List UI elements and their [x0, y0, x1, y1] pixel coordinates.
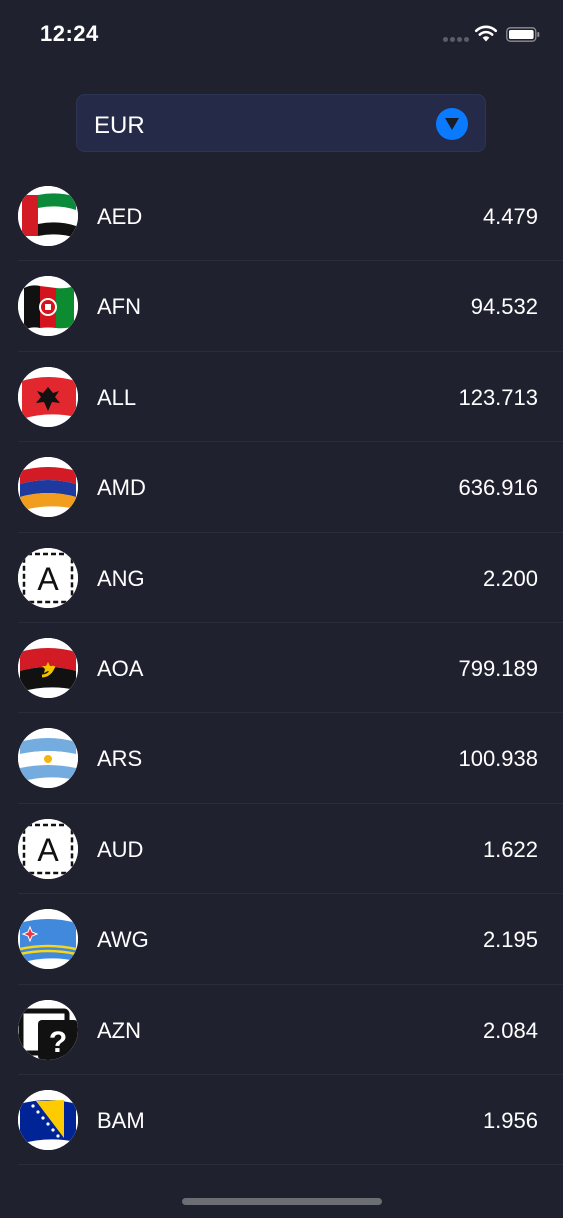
status-time: 12:24: [40, 21, 99, 46]
dropdown-toggle-button[interactable]: [436, 108, 468, 140]
letter-a-placeholder-icon: A: [18, 818, 78, 879]
flag-angola-icon: [18, 637, 78, 698]
letter-a-placeholder-icon: A: [18, 547, 78, 608]
currency-list[interactable]: AED 4.479 AFN 94.532 ALL 123.713 AMD 636…: [0, 171, 563, 1166]
currency-code: AUD: [97, 836, 144, 862]
currency-rate: 1.956: [482, 1107, 538, 1133]
status-bar: 12:24: [0, 0, 563, 70]
question-mark-icon: ?: [18, 999, 78, 1060]
currency-code: ANG: [97, 565, 145, 591]
currency-rate: 2.195: [482, 927, 538, 953]
flag-armenia-icon: [18, 457, 78, 518]
flag-bosnia-icon: [18, 1089, 78, 1150]
selected-currency: EUR: [94, 112, 145, 139]
wifi-icon: [474, 25, 498, 42]
flag-albania-icon: [18, 366, 78, 427]
currency-code: AFN: [97, 294, 141, 320]
chevron-down-icon: [445, 118, 459, 130]
currency-row-all[interactable]: ALL 123.713: [0, 352, 563, 443]
currency-row-ang[interactable]: A ANG 2.200: [0, 533, 563, 624]
flag-uae-icon: [18, 186, 78, 246]
svg-text:A: A: [37, 832, 59, 868]
currency-row-awg[interactable]: AWG 2.195: [0, 894, 563, 985]
currency-rate: 799.189: [458, 655, 538, 681]
currency-code: AZN: [97, 1017, 141, 1043]
currency-row-amd[interactable]: AMD 636.916: [0, 442, 563, 533]
flag-argentina-icon: [18, 728, 78, 789]
currency-code: ARS: [97, 746, 143, 772]
currency-rate: 100.938: [458, 746, 538, 772]
currency-code: BAM: [97, 1107, 145, 1133]
currency-rate: 1.622: [482, 836, 538, 862]
currency-row-afn[interactable]: AFN 94.532: [0, 261, 563, 353]
cellular-signal-icon: [443, 37, 469, 43]
currency-code: AMD: [97, 475, 146, 501]
currency-row-aed[interactable]: AED 4.479: [0, 171, 563, 262]
currency-rate: 4.479: [482, 204, 538, 229]
currency-rate: 2.200: [482, 565, 538, 591]
currency-code: AWG: [97, 927, 149, 953]
currency-rate: 123.713: [458, 384, 538, 410]
currency-code: ALL: [97, 384, 137, 410]
currency-row-bam[interactable]: BAM 1.956: [0, 1075, 563, 1166]
currency-row-aud[interactable]: A AUD 1.622: [0, 804, 563, 895]
home-indicator[interactable]: [182, 1198, 382, 1205]
base-currency-dropdown[interactable]: EUR: [76, 94, 486, 152]
flag-afghanistan-icon: [18, 276, 78, 337]
currency-rate: 636.916: [458, 475, 538, 501]
svg-text:A: A: [37, 561, 59, 597]
flag-aruba-icon: [18, 909, 78, 970]
currency-code: AED: [97, 204, 143, 229]
svg-text:?: ?: [49, 1026, 67, 1059]
currency-code: AOA: [97, 655, 144, 681]
currency-rate: 2.084: [482, 1017, 538, 1043]
battery-icon: [506, 27, 540, 42]
currency-rate: 94.532: [470, 294, 538, 320]
currency-row-azn[interactable]: ? AZN 2.084: [0, 985, 563, 1076]
currency-row-ars[interactable]: ARS 100.938: [0, 713, 563, 805]
currency-row-aoa[interactable]: AOA 799.189: [0, 623, 563, 714]
